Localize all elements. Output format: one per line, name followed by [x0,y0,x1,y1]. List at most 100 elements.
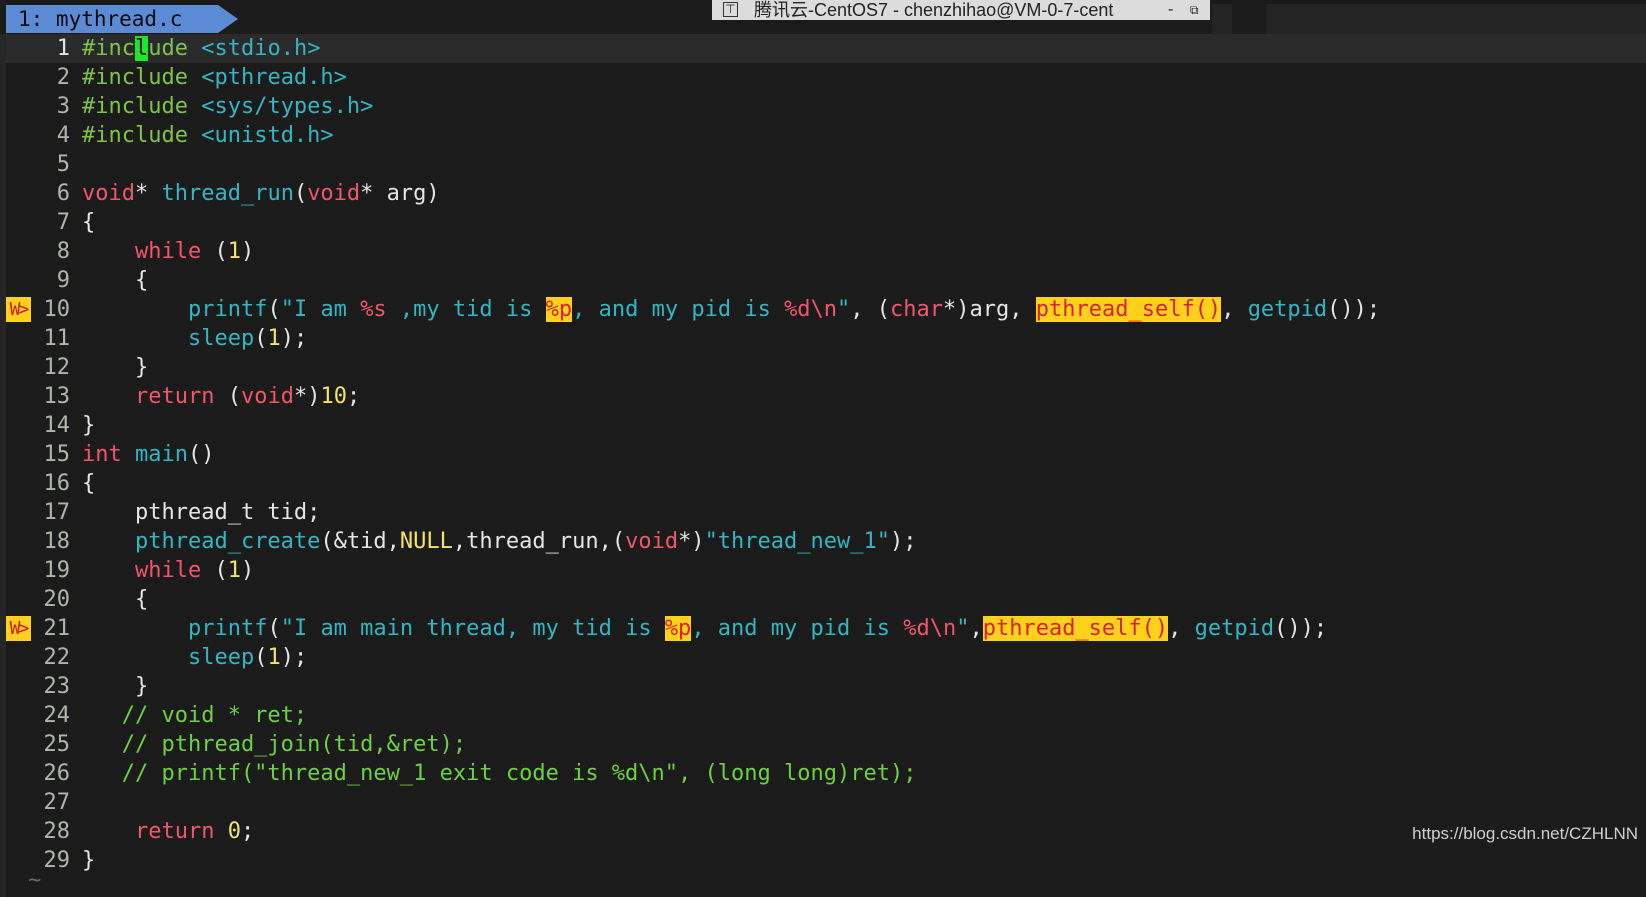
code-line[interactable]: 27 [0,788,1646,817]
end-of-buffer-marker: ~ [28,868,42,893]
code-line[interactable]: 28 return 0; [0,817,1646,846]
code-token: , [1168,616,1195,641]
code-line[interactable]: 24 // void * ret; [0,701,1646,730]
code-line[interactable]: 6 void* thread_run(void* arg) [0,179,1646,208]
line-text: } [82,672,148,701]
code-token: return [134,819,215,844]
code-token: ); [890,529,917,554]
code-token: <sys/types.h> [201,94,374,119]
code-line[interactable]: 26 // printf("thread_new_1 exit code is … [0,759,1646,788]
code-token: } [82,355,149,380]
code-line[interactable]: 1 #include <stdio.h> [0,34,1646,63]
tab-mythread-c[interactable]: 1: mythread.c [6,5,218,33]
code-line[interactable]: 5 [0,150,1646,179]
warning-sign-icon: W> [6,616,31,641]
line-number: 16 [43,471,71,496]
line-number: 10 [43,297,71,322]
code-token: ude [148,36,188,61]
code-line[interactable]: W> 21 printf("I am main thread, my tid is… [0,614,1646,643]
code-token: // void * ret; [82,703,308,728]
pin-icon[interactable]: ⊤ [723,2,738,17]
code-token: pthread_self() [982,616,1169,641]
code-line[interactable]: 12 } [0,353,1646,382]
line-text: // pthread_join(tid,&ret); [82,730,466,759]
line-text: sleep(1); [82,324,307,353]
line-number: 17 [43,500,71,525]
code-token: ( [254,645,268,670]
code-line[interactable]: W> 10 printf("I am %s ,my tid is %p, and … [0,295,1646,324]
code-token: *) [678,529,705,554]
code-line[interactable]: 4 #include <unistd.h> [0,121,1646,150]
line-number: 14 [43,413,71,438]
code-token: pthread_create [134,529,321,554]
code-token: int [82,442,122,467]
code-token: ; [346,384,361,409]
code-token: *)arg, [943,297,1036,322]
code-token: ,my tid is [386,297,546,322]
code-token: 0 [227,819,241,844]
line-number: 18 [43,529,71,554]
line-text: { [82,469,95,498]
terminal-window: 1: mythread.c ⊤ 腾讯云-CentOS7 - chenzhihao… [0,0,1646,897]
line-text: int main() [82,440,214,469]
code-line[interactable]: 9 { [0,266,1646,295]
line-number: 6 [56,181,70,206]
code-token: (&tid, [320,529,400,554]
remote-session-titlebar[interactable]: ⊤ 腾讯云-CentOS7 - chenzhihao@VM-0-7-cent -… [712,0,1210,20]
code-token: { [82,471,96,496]
code-token: thread_run [161,181,294,206]
code-line[interactable]: 17 pthread_t tid; [0,498,1646,527]
minimize-button[interactable]: - [1168,0,1173,20]
code-line[interactable]: 3 #include <sys/types.h> [0,92,1646,121]
code-token: // printf("thread_new_1 exit code is %d\… [82,761,917,786]
restore-button[interactable]: ⧉ [1190,0,1199,20]
line-text: pthread_t tid; [82,498,320,527]
code-token: 1 [267,645,281,670]
code-token: <stdio.h> [201,36,321,61]
line-number: 27 [43,790,71,815]
code-line[interactable]: 22 sleep(1); [0,643,1646,672]
code-token: ( [254,326,268,351]
code-token: " [956,616,970,641]
code-token: <unistd.h> [201,123,334,148]
line-text: { [82,585,148,614]
code-token: , and my pid is [572,297,785,322]
line-number: 22 [43,645,71,670]
code-token: %p [664,616,692,641]
code-line[interactable]: 13 return (void*)10; [0,382,1646,411]
code-line[interactable]: 15 int main() [0,440,1646,469]
code-line[interactable]: 18 pthread_create(&tid,NULL,thread_run,(… [0,527,1646,556]
code-token: ) [240,239,255,264]
code-line[interactable]: 14} [0,411,1646,440]
code-line[interactable]: 29} [0,846,1646,875]
code-token: %d\n [903,616,957,641]
code-token: ,thread_run,( [452,529,626,554]
code-line[interactable]: 20 { [0,585,1646,614]
code-token: pthread_t tid; [82,500,321,525]
code-line[interactable]: 11 sleep(1); [0,324,1646,353]
code-line[interactable]: 2 #include <pthread.h> [0,63,1646,92]
code-line[interactable]: 23 } [0,672,1646,701]
warning-sign-icon: W> [6,297,31,322]
code-line[interactable]: 8 while (1) [0,237,1646,266]
code-line[interactable]: 7{ [0,208,1646,237]
code-token: ( [214,384,241,409]
code-editor[interactable]: 1 #include <stdio.h> 2 #include <pthread.h>… [0,34,1646,875]
code-line[interactable]: 25 // pthread_join(tid,&ret); [0,730,1646,759]
code-token: , ( [850,297,891,322]
code-line[interactable]: 19 while (1) [0,556,1646,585]
code-token: } [82,674,149,699]
code-token: main [135,442,188,467]
line-text: printf("I am main thread, my tid is %p, … [82,614,1327,643]
line-number: 11 [43,326,71,351]
line-text: return 0; [82,817,254,846]
line-text: { [82,208,95,237]
code-line[interactable]: 16 { [0,469,1646,498]
line-text: while (1) [82,237,254,266]
